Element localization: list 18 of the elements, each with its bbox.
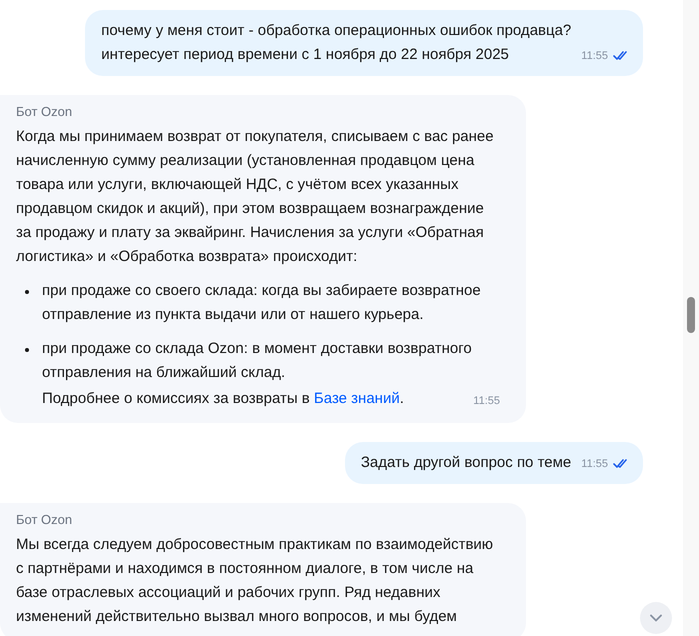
scroll-down-button[interactable] xyxy=(640,602,672,634)
more-info-text: Подробнее о комиссиях за возвраты в Базе знаний. xyxy=(42,389,404,409)
message-time: 11:55 xyxy=(581,48,608,64)
sender-name: Бот Ozon xyxy=(16,103,74,121)
sender-name: Бот Ozon xyxy=(16,511,74,529)
double-check-icon xyxy=(613,459,627,468)
message-text: Мы всегда следуем добросовестным практикам по взаимодействию с партнёрами и находимся в постоянном диалоге, в том числе на базе отраслевых ассоциаций и рабочих групп. Ряд недавних изменений действительно вызвал много вопросов, и мы будем xyxy=(16,535,494,627)
scrollbar-thumb[interactable] xyxy=(687,297,695,333)
message-text: Задать другой вопрос по теме xyxy=(360,453,572,473)
bullet-text: при продаже со своего склада: когда вы забираете возвратное отправление из пункта выдачи или от нашего курьера. xyxy=(42,281,482,325)
message-text: Когда мы принимаем возврат от покупателя, списываем с вас ранее начисленную сумму реализации (установленная продавцом цена товара или услуги, включающей НДС, с учётом всех указанных продавцом скидок и акций), при этом возвращаем вознаграждение за продажу и плату за эквайринг. Начисления за услуги «Обратная логистика» и «Обработка возврата» происходит: xyxy=(16,127,495,267)
message-time: 11:55 xyxy=(581,456,608,472)
bullet-text: при продаже со склада Ozon: в момент доставки возвратного отправления на ближайший склад. xyxy=(42,339,473,383)
message-text: почему у меня стоит - обработка операционных ошибок продавца? интересует период времени с 1 ноября до 22 ноября 2025 xyxy=(101,21,572,65)
knowledge-base-link[interactable]: Базе знаний xyxy=(314,390,400,407)
double-check-icon xyxy=(613,51,627,60)
message-time: 11:55 xyxy=(473,394,500,408)
chevron-down-icon xyxy=(650,614,662,622)
